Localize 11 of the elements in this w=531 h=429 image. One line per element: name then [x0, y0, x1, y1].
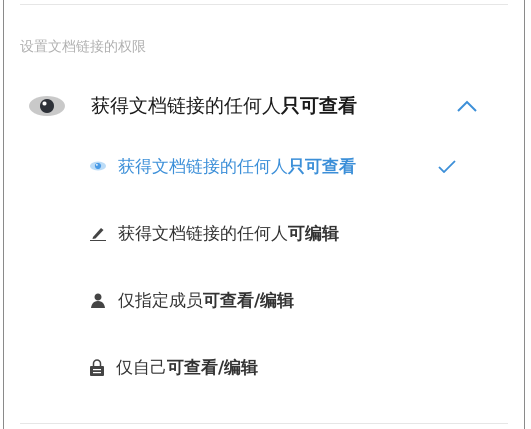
lock-icon: [90, 358, 104, 376]
eye-icon: [90, 160, 106, 172]
permission-option[interactable]: 仅自己可查看/编辑: [90, 353, 508, 381]
permission-dropdown[interactable]: 获得文档链接的任何人只可查看: [20, 90, 508, 122]
section-label: 设置文档链接的权限: [20, 38, 147, 56]
person-icon: [90, 292, 106, 308]
permission-option[interactable]: 仅指定成员可查看/编辑: [90, 286, 508, 314]
permission-option[interactable]: 获得文档链接的任何人可编辑: [90, 219, 508, 247]
pencil-icon: [90, 225, 106, 241]
check-icon: [438, 160, 456, 172]
eye-icon: [29, 95, 65, 117]
